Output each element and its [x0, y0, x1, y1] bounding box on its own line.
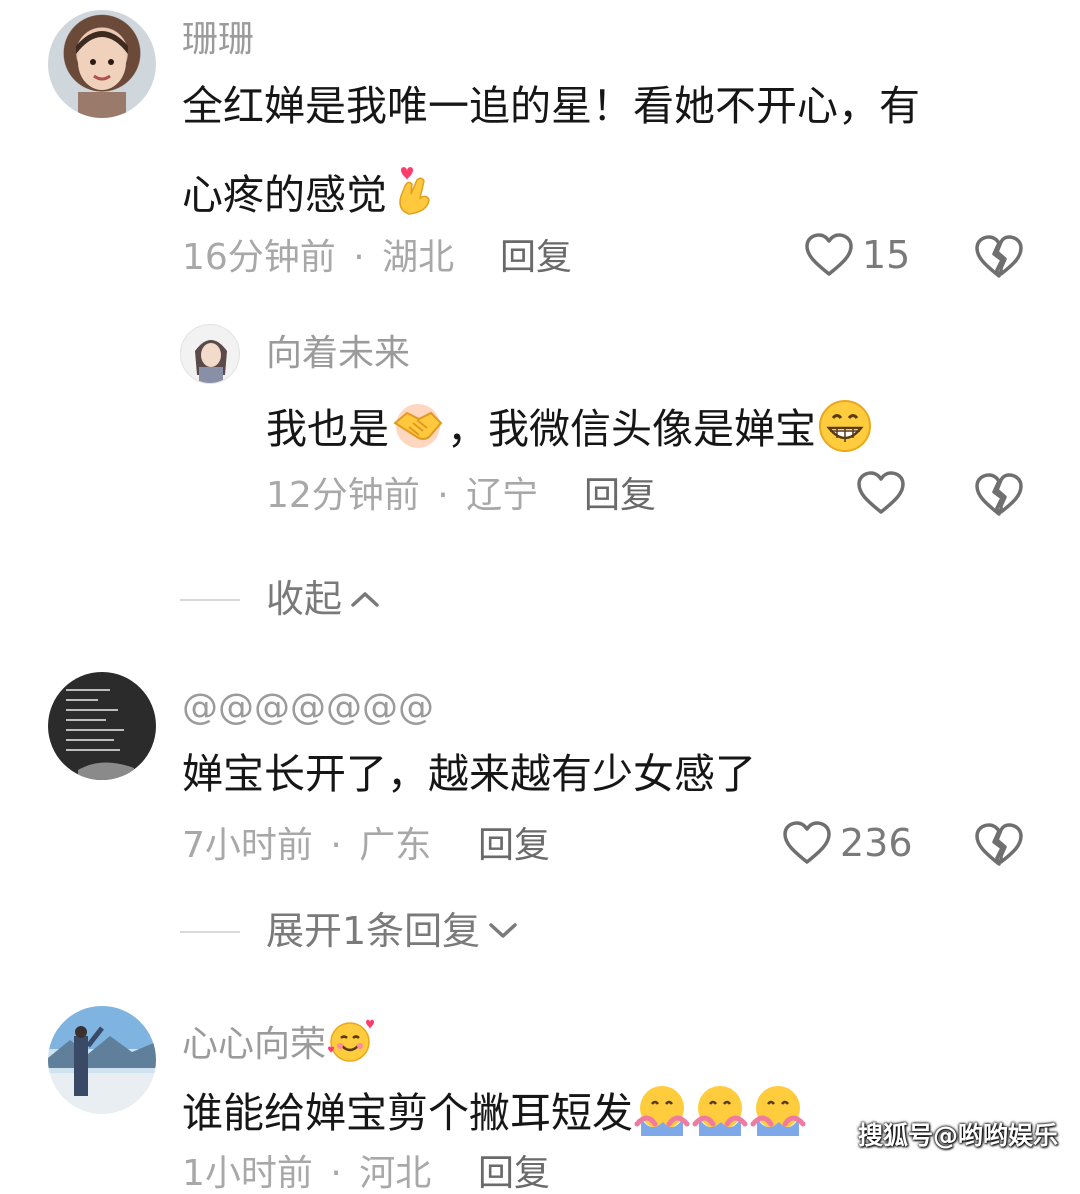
hugging-face-icon — [633, 1082, 691, 1145]
smiling-face-hearts-icon — [326, 1018, 375, 1071]
reply-text: 我也是 ，我微信头像是婵宝 — [266, 398, 874, 461]
hugging-face-icon — [749, 1082, 807, 1145]
comment-text: 谁能给婵宝剪个撇耳短发 — [182, 1082, 807, 1145]
reply-button[interactable]: 回复 — [478, 828, 550, 864]
divider — [180, 931, 240, 933]
timestamp: 12分钟前 — [266, 475, 420, 516]
separator: · — [330, 1153, 342, 1194]
comment-meta: 7小时前 · 广东 — [182, 828, 431, 864]
username[interactable]: @@@@@@@ — [182, 690, 434, 726]
chevron-up-icon — [351, 592, 379, 607]
dislike-button[interactable] — [974, 472, 1024, 522]
reply-item: 向着未来 我也是 ，我微信头像是婵宝 12分钟前 · 辽宁 回复 — [0, 310, 1080, 530]
like-button[interactable] — [856, 470, 906, 516]
timestamp: 16分钟前 — [182, 237, 336, 278]
comment-meta: 1小时前 · 河北 — [182, 1156, 431, 1192]
comment-item: 珊珊 全红婵是我唯一追的星！看她不开心，有 心疼的感觉 16分钟前 · 湖北 回… — [0, 0, 1080, 290]
reply-text-part: 我也是 — [266, 405, 389, 453]
reply-meta: 12分钟前 · 辽宁 — [266, 478, 538, 514]
separator: · — [437, 475, 449, 516]
username[interactable]: 心心向荣 — [182, 1018, 375, 1071]
timestamp: 1小时前 — [182, 1153, 313, 1194]
like-button[interactable]: 15 — [804, 232, 910, 278]
like-count: 236 — [840, 821, 913, 865]
separator: · — [353, 237, 365, 278]
location: 广东 — [359, 825, 432, 866]
dislike-button[interactable] — [974, 234, 1024, 284]
heart-outline-icon — [805, 233, 853, 276]
heart-outline-icon — [857, 471, 905, 514]
comment-item: @@@@@@@ 婵宝长开了，越来越有少女感了 7小时前 · 广东 回复 236 — [0, 670, 1080, 890]
location: 辽宁 — [466, 475, 539, 516]
avatar[interactable] — [48, 672, 156, 780]
username[interactable]: 向着未来 — [266, 336, 410, 372]
hugging-face-icon — [691, 1082, 749, 1145]
avatar[interactable] — [180, 324, 240, 384]
separator: · — [330, 825, 342, 866]
crossed-fingers-heart-icon — [387, 164, 443, 227]
comment-text-line: 谁能给婵宝剪个撇耳短发 — [182, 1089, 633, 1137]
comment-text: 婵宝长开了，越来越有少女感了 — [182, 750, 756, 798]
divider — [180, 599, 240, 601]
broken-heart-icon — [975, 235, 1023, 278]
reply-button[interactable]: 回复 — [500, 240, 572, 276]
avatar[interactable] — [48, 10, 156, 118]
reply-button[interactable]: 回复 — [584, 478, 656, 514]
collapse-replies-button[interactable]: 收起 — [266, 580, 380, 618]
handshake-icon — [389, 401, 447, 458]
comment-text: 心疼的感觉 — [182, 164, 443, 227]
heart-outline-icon — [783, 821, 831, 864]
location: 湖北 — [382, 237, 455, 278]
broken-heart-icon — [975, 473, 1023, 516]
expand-label: 展开1条回复 — [266, 909, 481, 953]
collapse-label: 收起 — [266, 577, 343, 621]
username[interactable]: 珊珊 — [182, 22, 254, 58]
location: 河北 — [359, 1153, 432, 1194]
reply-text-part: ，我微信头像是婵宝 — [447, 405, 816, 453]
chevron-down-icon — [489, 923, 517, 938]
broken-heart-icon — [975, 823, 1023, 866]
dislike-button[interactable] — [974, 822, 1024, 872]
watermark: 搜狐号@哟哟娱乐 — [857, 1121, 1058, 1150]
timestamp: 7小时前 — [182, 825, 313, 866]
like-button[interactable]: 236 — [782, 820, 913, 866]
comment-text-line: 心疼的感觉 — [182, 171, 387, 219]
comment-meta: 16分钟前 · 湖北 — [182, 240, 454, 276]
username-text: 心心向荣 — [182, 1023, 327, 1065]
expand-replies-button[interactable]: 展开1条回复 — [266, 912, 518, 950]
grinning-face-icon — [816, 398, 874, 461]
comment-text: 全红婵是我唯一追的星！看她不开心，有 — [182, 82, 920, 130]
avatar[interactable] — [48, 1006, 156, 1114]
like-count: 15 — [862, 233, 911, 277]
reply-button[interactable]: 回复 — [478, 1156, 550, 1192]
